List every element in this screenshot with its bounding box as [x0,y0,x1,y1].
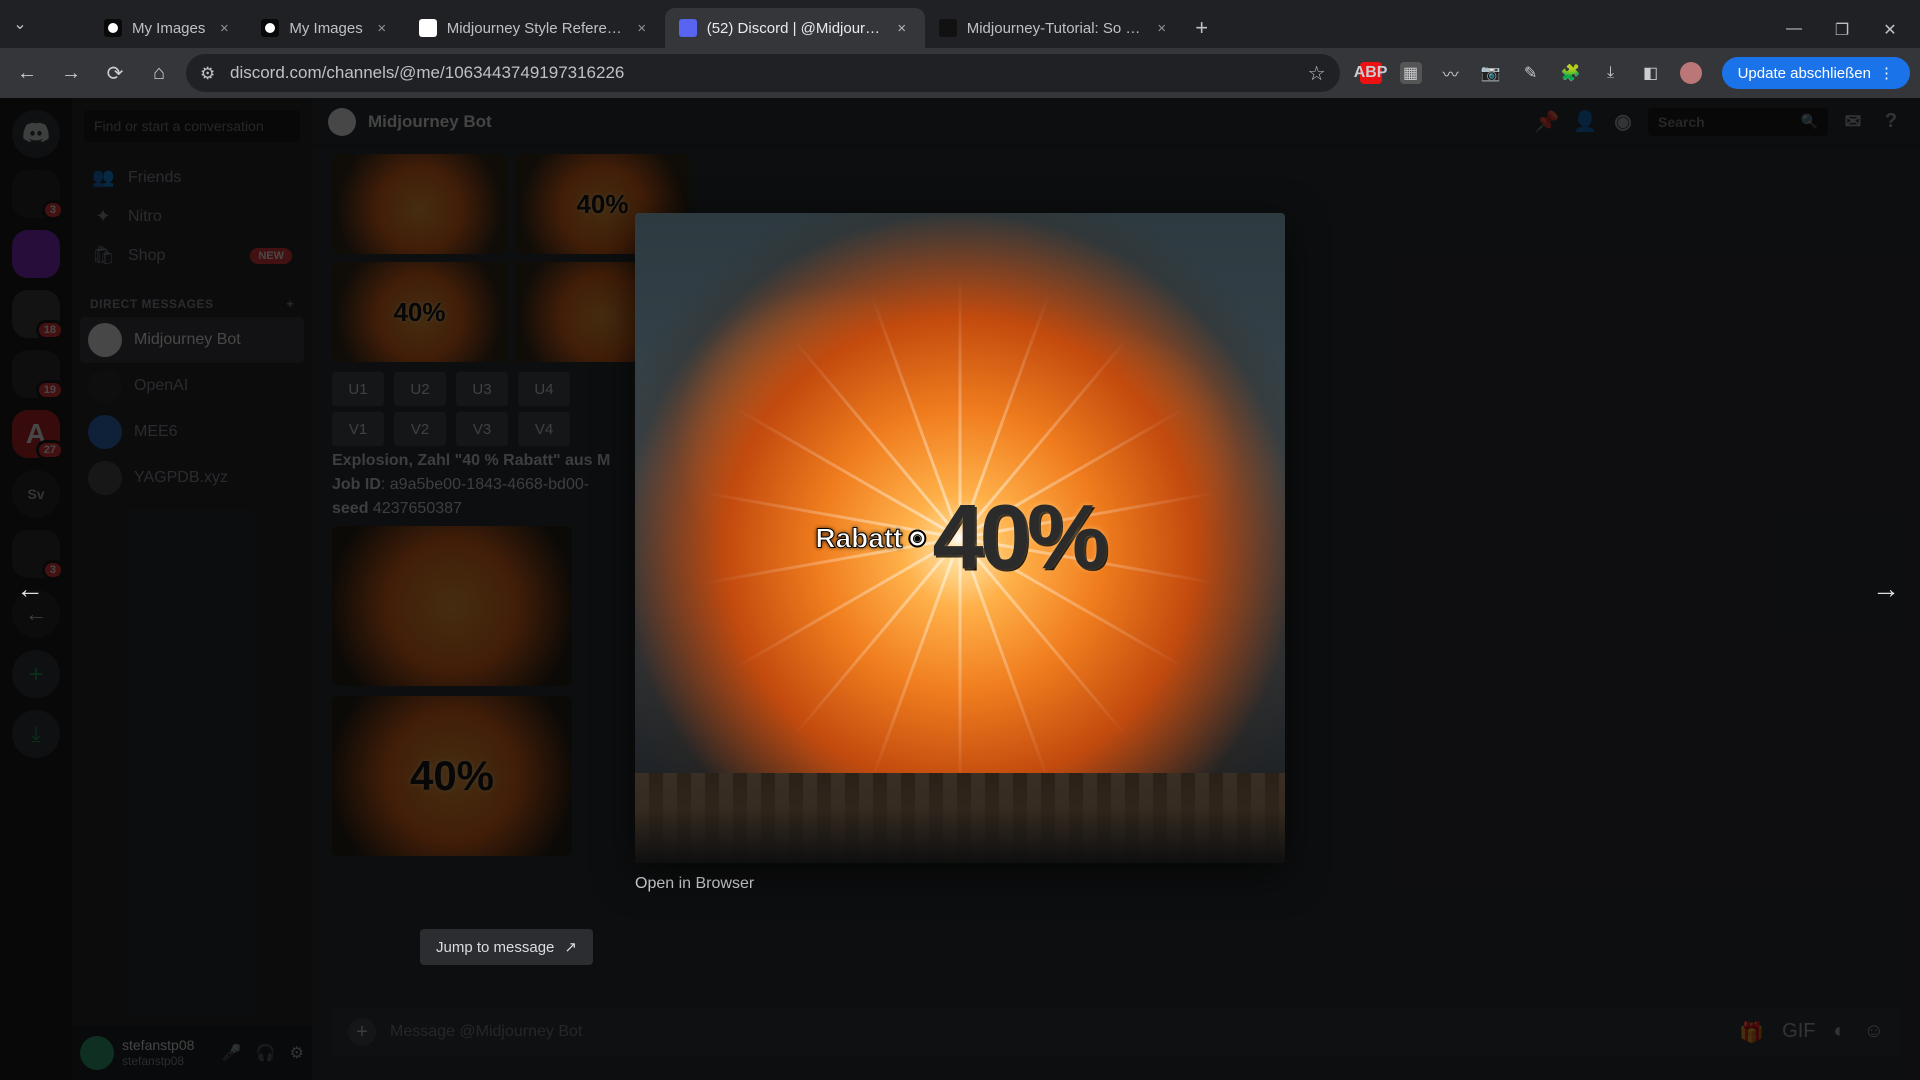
rubble-ground [635,773,1285,863]
jump-to-message-button[interactable]: Jump to message ↗ [420,929,593,965]
window-controls: — ❐ ✕ [1784,20,1920,48]
forty-percent-text: 40% [932,486,1104,591]
midjourney-favicon-icon [104,19,122,37]
close-icon[interactable]: × [215,20,233,37]
next-image-button[interactable]: → [1866,569,1906,609]
new-tab-button[interactable]: + [1185,11,1219,45]
extension-icon[interactable]: 📷 [1480,62,1502,84]
downloads-icon[interactable]: ⤓ [1600,62,1622,84]
kebab-icon: ⋮ [1879,64,1894,82]
maximize-icon[interactable]: ❐ [1832,20,1852,40]
bubble-icon: ◉ [908,529,926,547]
discord-favicon-icon [679,19,697,37]
close-icon[interactable]: × [1153,20,1171,37]
tab-title: My Images [132,20,205,37]
midjourney-favicon-icon [261,19,279,37]
url-bar[interactable]: ⚙ discord.com/channels/@me/1063443749197… [186,54,1340,92]
tab-strip: My Images × My Images × Midjourney Style… [40,8,1784,48]
image-caption: Rabatt ◉ 40% [815,486,1104,591]
profile-avatar-icon[interactable] [1680,62,1702,84]
discord-app: 3 18 19 A27 Sv 3 ← + ⤓ Find or start a c… [0,98,1920,1080]
browser-toolbar: ← → ⟳ ⌂ ⚙ discord.com/channels/@me/10634… [0,48,1920,98]
close-icon[interactable]: × [893,20,911,37]
prev-image-button[interactable]: ← [10,569,50,609]
close-icon[interactable]: × [633,20,651,37]
forward-button[interactable]: → [54,56,88,90]
url-text: discord.com/channels/@me/106344374919731… [230,63,1296,83]
tab-menu-chevron-icon[interactable]: ⌄ [0,14,40,34]
site-settings-icon[interactable]: ⚙ [200,64,218,82]
rabatt-text: Rabatt [815,522,902,554]
abp-extension-icon[interactable]: ABP [1360,62,1382,84]
external-icon: ↗ [564,938,577,956]
open-in-browser-link[interactable]: Open in Browser [635,875,754,893]
tab-title: Midjourney-Tutorial: So erstell [967,20,1143,37]
browser-titlebar: ⌄ My Images × My Images × Midjourney Sty… [0,0,1920,48]
update-button[interactable]: Update abschließen ⋮ [1722,57,1910,89]
home-button[interactable]: ⌂ [142,56,176,90]
tab-midjourney-tutorial[interactable]: Midjourney-Tutorial: So erstell × [925,8,1185,48]
reload-button[interactable]: ⟳ [98,56,132,90]
extension-icons: ABP ▦ 〰 📷 ✎ 🧩 ⤓ ◧ [1350,62,1712,84]
tab-discord[interactable]: (52) Discord | @Midjourney Bot × [665,8,925,48]
back-button[interactable]: ← [10,56,44,90]
extension-icon[interactable]: 〰 [1440,62,1462,84]
extension-icon[interactable]: ▦ [1400,62,1422,84]
extensions-puzzle-icon[interactable]: 🧩 [1560,62,1582,84]
tab-my-images-2[interactable]: My Images × [247,8,404,48]
tab-title: My Images [289,20,362,37]
tab-my-images-1[interactable]: My Images × [90,8,247,48]
close-icon[interactable]: × [373,20,391,37]
minimize-icon[interactable]: — [1784,20,1804,40]
sidepanel-icon[interactable]: ◧ [1640,62,1662,84]
tab-style-reference[interactable]: Midjourney Style Reference × [405,8,665,48]
tab-title: Midjourney Style Reference [447,20,623,37]
tab-title: (52) Discord | @Midjourney Bot [707,20,883,37]
lightbox-image[interactable]: Rabatt ◉ 40% [635,213,1285,863]
bookmark-star-icon[interactable]: ☆ [1308,61,1326,86]
jump-label: Jump to message [436,939,554,956]
page-favicon-icon [419,19,437,37]
image-lightbox-overlay[interactable]: ← → Rabatt ◉ 40% Open in Browser [0,98,1920,1080]
page-favicon-icon [939,19,957,37]
update-button-label: Update abschließen [1738,65,1871,82]
close-window-icon[interactable]: ✕ [1880,20,1900,40]
extension-icon[interactable]: ✎ [1520,62,1542,84]
